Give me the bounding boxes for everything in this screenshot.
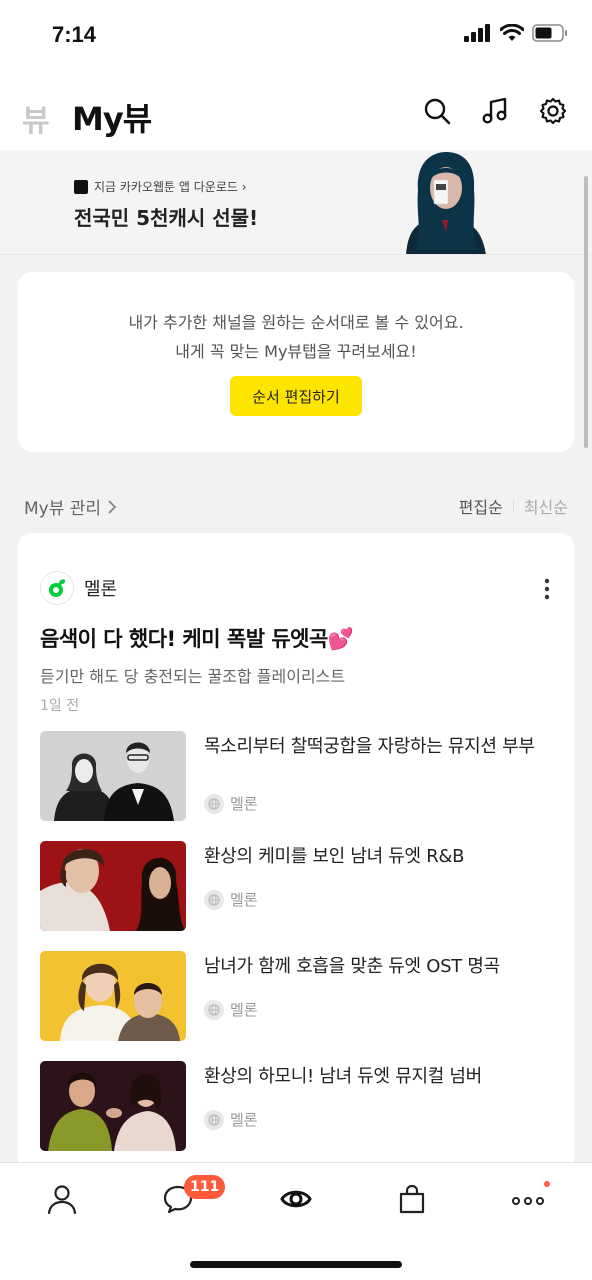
list-item[interactable]: 환상의 케미를 보인 남녀 듀엣 R&B 멜론	[40, 841, 560, 931]
list-item[interactable]: 목소리부터 찰떡궁합을 자랑하는 뮤지션 부부 멜론	[40, 731, 560, 821]
thumbnail-image	[40, 951, 186, 1041]
banner-subtitle: 지금 카카오웹툰 앱 다운로드 ›	[94, 180, 247, 194]
feed-description: 듣기만 해도 당 충전되는 꿀조합 플레이리스트	[40, 667, 346, 686]
signal-icon	[464, 24, 490, 42]
sort-divider	[512, 499, 514, 513]
search-button[interactable]	[422, 96, 452, 126]
banner-character-image	[406, 152, 486, 254]
battery-icon	[532, 24, 567, 42]
status-bar: 7:14	[0, 0, 592, 70]
status-time: 7:14	[52, 22, 97, 47]
globe-icon	[204, 1109, 224, 1130]
thumbnail-image	[40, 731, 186, 821]
tab-view[interactable]	[276, 1179, 316, 1219]
manage-label: My뷰 관리	[24, 499, 102, 519]
shopping-bag-icon	[399, 1184, 425, 1214]
info-line-2: 내게 꼭 맞는 My뷰탭을 꾸려보세요!	[175, 342, 417, 361]
my-view-manage-link[interactable]: My뷰 관리	[24, 494, 117, 519]
chat-badge: 111	[184, 1175, 226, 1199]
item-source: 멜론	[204, 1109, 258, 1130]
view-logo: 뷰	[22, 104, 50, 139]
feed-card: 멜론 음색이 다 했다! 케미 폭발 듀엣곡💕 듣기만 해도 당 충전되는 꿀조…	[18, 533, 574, 1193]
globe-icon	[204, 793, 224, 814]
settings-icon	[539, 97, 567, 125]
home-indicator	[190, 1261, 402, 1268]
notification-dot	[544, 1181, 550, 1187]
promo-banner[interactable]: 지금 카카오웹툰 앱 다운로드 › 전국민 5천캐시 선물!	[0, 150, 592, 255]
info-card: 내가 추가한 채널을 원하는 순서대로 볼 수 있어요. 내게 꼭 맞는 My뷰…	[18, 272, 574, 452]
more-icon	[512, 1197, 544, 1205]
sort-edit-order[interactable]: 편집순	[459, 494, 503, 518]
thumbnail-image	[40, 1061, 186, 1151]
thumbnail-image	[40, 841, 186, 931]
header-actions	[422, 96, 568, 126]
page-title: My뷰	[72, 100, 152, 138]
wifi-icon	[500, 24, 524, 41]
music-button[interactable]	[480, 96, 510, 126]
tab-friends[interactable]	[42, 1179, 82, 1219]
webtoon-logo-icon	[74, 179, 88, 194]
globe-icon	[204, 889, 224, 910]
info-text: 내가 추가한 채널을 원하는 순서대로 볼 수 있어요. 내게 꼭 맞는 My뷰…	[18, 308, 574, 366]
status-icons	[464, 24, 568, 42]
tab-shopping[interactable]	[392, 1179, 432, 1219]
header: 뷰 My뷰	[0, 70, 592, 150]
globe-icon	[204, 999, 224, 1020]
tab-more[interactable]	[508, 1179, 548, 1219]
view-icon	[280, 1190, 312, 1208]
sort-latest[interactable]: 최신순	[524, 494, 568, 518]
item-title: 환상의 케미를 보인 남녀 듀엣 R&B	[204, 846, 465, 867]
music-icon	[482, 97, 507, 124]
feed-time: 1일 전	[40, 698, 80, 714]
item-source-name: 멜론	[230, 1111, 258, 1129]
scrollbar[interactable]	[584, 176, 588, 448]
item-source: 멜론	[204, 793, 258, 814]
feed-source-name: 멜론	[84, 579, 118, 600]
item-source-name: 멜론	[230, 891, 258, 909]
more-options-icon[interactable]	[538, 577, 556, 601]
profile-icon	[47, 1185, 77, 1215]
item-source: 멜론	[204, 999, 258, 1020]
item-title: 목소리부터 찰떡궁합을 자랑하는 뮤지션 부부	[204, 736, 535, 757]
search-icon	[424, 98, 451, 125]
feed-source[interactable]: 멜론	[40, 571, 117, 605]
item-title: 환상의 하모니! 남녀 듀엣 뮤지컬 넘버	[204, 1066, 482, 1087]
item-source-name: 멜론	[230, 795, 258, 813]
item-title: 남녀가 함께 호흡을 맞춘 듀엣 OST 명곡	[204, 956, 500, 977]
manage-row: My뷰 관리 편집순 최신순	[0, 490, 592, 520]
melon-logo-icon	[40, 571, 74, 605]
feed-title[interactable]: 음색이 다 했다! 케미 폭발 듀엣곡💕	[40, 623, 354, 653]
banner-title: 전국민 5천캐시 선물!	[74, 206, 259, 230]
list-item[interactable]: 남녀가 함께 호흡을 맞춘 듀엣 OST 명곡 멜론	[40, 951, 560, 1041]
banner-subtitle-row: 지금 카카오웹툰 앱 다운로드 ›	[74, 178, 247, 195]
item-source-name: 멜론	[230, 1001, 258, 1019]
bottom-tab-bar: 111	[0, 1162, 592, 1280]
chevron-right-icon	[108, 499, 117, 514]
edit-order-button[interactable]: 순서 편집하기	[230, 376, 362, 416]
list-item[interactable]: 환상의 하모니! 남녀 듀엣 뮤지컬 넘버 멜론	[40, 1061, 560, 1151]
info-line-1: 내가 추가한 채널을 원하는 순서대로 볼 수 있어요.	[128, 313, 464, 332]
item-source: 멜론	[204, 889, 258, 910]
sort-options: 편집순 최신순	[459, 494, 568, 518]
settings-button[interactable]	[538, 96, 568, 126]
